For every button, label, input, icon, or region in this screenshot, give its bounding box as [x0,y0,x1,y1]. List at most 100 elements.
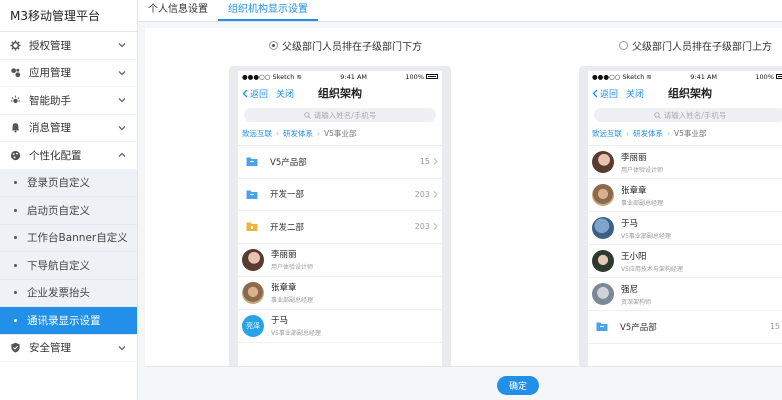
search-icon [303,111,311,119]
battery-level: 100% [405,72,424,81]
dept-name: 开发二部 [270,222,305,233]
breadcrumb-item[interactable]: 研发体系 [283,128,313,139]
back-button[interactable]: 返回 [242,87,268,100]
chevron-right-icon [433,223,438,231]
person-name: 于马 [621,218,639,229]
person-title: V5事业部副总经理 [271,330,321,337]
phone-title: 组织架构 [318,87,362,100]
back-button[interactable]: 返回 [592,87,618,100]
breadcrumb-item[interactable]: 致远互联 [592,128,622,139]
option-label: 父级部门人员排在子级部门下方 [282,42,422,53]
person-name: 张章章 [621,185,647,196]
status-bar: ●●●○○ Sketch ≋ 9:41 AM 100% [588,71,782,82]
sidebar-item-assistant[interactable]: 智能助手 [0,87,137,115]
person-title: 用户体验设计师 [621,166,664,174]
carrier: Sketch [622,72,645,81]
sidebar-subitem-contacts-display[interactable]: 通讯录显示设置 [0,307,137,335]
list-item[interactable]: V5产品部 15 [238,146,442,179]
chevron-left-icon [242,89,248,97]
list-item[interactable]: 张章章 事业部副总经理 [238,277,442,310]
sidebar-item-license[interactable]: 授权管理 [0,32,137,60]
avatar [242,281,264,304]
sidebar-subitem-label: 通讯录显示设置 [27,314,101,327]
avatar [592,151,614,173]
wifi-icon: ≋ [296,72,302,81]
sidebar-item-personalization[interactable]: 个性化配置 [0,142,137,170]
confirm-button[interactable]: 确定 [497,376,539,395]
close-button[interactable]: 关闭 [276,87,294,100]
back-label: 返回 [600,89,619,100]
sidebar-subitem-workbench-banner[interactable]: 工作台Banner自定义 [0,224,137,252]
sidebar-item-label: 安全管理 [29,342,71,355]
battery-icon [426,74,438,79]
sidebar-subitem-invoice-header[interactable]: 企业发票抬头 [0,279,137,307]
avatar [592,217,614,239]
radio-selected-icon[interactable] [269,41,278,50]
list-item[interactable]: 开发二部 203 [238,211,442,244]
chevron-right-icon [433,190,438,198]
list-item[interactable]: 开发一部 203 [238,179,442,211]
footer-bar: 确定 [145,366,782,400]
person-name: 李丽丽 [271,250,297,260]
battery-icon [776,74,782,79]
chevron-down-icon [118,345,126,351]
dept-name: V5产品部 [270,157,307,168]
dept-count: 203 [414,189,430,199]
breadcrumb-item[interactable]: 研发体系 [633,128,663,139]
search-input[interactable]: 请输入姓名/手机号 [594,108,782,122]
bullet-icon [14,318,17,322]
close-button[interactable]: 关闭 [626,87,644,100]
option-parent-above[interactable]: 父级部门人员排在子级部门上方 [619,38,772,53]
option-parent-below[interactable]: 父级部门人员排在子级部门下方 [269,38,422,53]
top-tab-bar: 个人信息设置 组织机构显示设置 [138,0,782,22]
battery-level: 100% [755,72,774,81]
status-bar: ●●●○○ Sketch ≋ 9:41 AM 100% [238,71,442,82]
phone-navbar: 返回 关闭 组织架构 [588,82,782,104]
dept-count: 15 [419,157,430,167]
search-input[interactable]: 请输入姓名/手机号 [244,108,436,122]
list-item[interactable]: 强尼 资深架构师 [588,278,782,311]
sidebar-item-messages[interactable]: 消息管理 [0,115,137,142]
list-item[interactable]: 李丽丽用户体验设计师 [588,146,782,179]
sidebar-subitem-bottom-nav[interactable]: 下导航自定义 [0,252,137,280]
folder-icon [246,190,258,199]
list-item[interactable]: 王小阳 V5应用技术与架构经理 [588,245,782,278]
sidebar-subitem-label: 工作台Banner自定义 [27,232,128,245]
bell-icon [9,122,21,134]
folder-icon [246,222,258,232]
search-placeholder: 请输入姓名/手机号 [663,110,727,120]
list-item[interactable]: 亮泽 于马 V5事业部副总经理 [238,310,442,343]
tab-personal-info[interactable]: 个人信息设置 [138,0,218,21]
chevron-down-icon [118,125,126,131]
sidebar-item-label: 授权管理 [29,39,71,52]
list-item[interactable]: 李丽丽 用户体验设计师 [238,244,442,277]
avatar [242,248,264,271]
person-title: V5应用技术与架构经理 [621,265,683,273]
phone-screen: ●●●○○ Sketch ≋ 9:41 AM 100% 返回 关闭 组织架构 请… [238,71,442,366]
list-item[interactable]: 于马 V5事业部副总经理 [588,212,782,245]
clock: 9:41 AM [690,72,717,81]
tab-org-display[interactable]: 组织机构显示设置 [218,0,318,21]
phone-navbar: 返回 关闭 组织架构 [238,82,442,104]
chevron-right-icon: › [626,129,629,138]
sidebar-subitem-label: 企业发票抬头 [27,287,90,300]
person-title: 事业部副总经理 [271,297,314,304]
list-item[interactable]: V5产品部 15 [588,311,782,344]
sidebar-subitem-login-page[interactable]: 登录页自定义 [0,169,137,197]
breadcrumb-item[interactable]: 致远互联 [242,128,272,139]
back-label: 返回 [250,89,269,100]
breadcrumb: 致远互联 › 研发体系 › V5事业部 [588,122,782,146]
sidebar-item-security[interactable]: 安全管理 [0,335,137,362]
search-icon [653,111,661,119]
gear-icon [9,39,21,51]
person-name: 李丽丽 [621,152,647,163]
list-item[interactable]: 张章章 事业部副总经理 [588,179,782,212]
avatar [592,184,614,206]
sidebar-item-apps[interactable]: 应用管理 [0,60,137,87]
bullet-icon [14,236,17,240]
radio-unselected-icon[interactable] [619,41,628,50]
person-name: 王小阳 [621,251,647,262]
settings-panel: 父级部门人员排在子级部门下方 父级部门人员排在子级部门上方 ●●●○○ Sket… [145,28,782,366]
sidebar-subitem-launch-page[interactable]: 启动页自定义 [0,197,137,225]
chevron-down-icon [118,70,126,76]
